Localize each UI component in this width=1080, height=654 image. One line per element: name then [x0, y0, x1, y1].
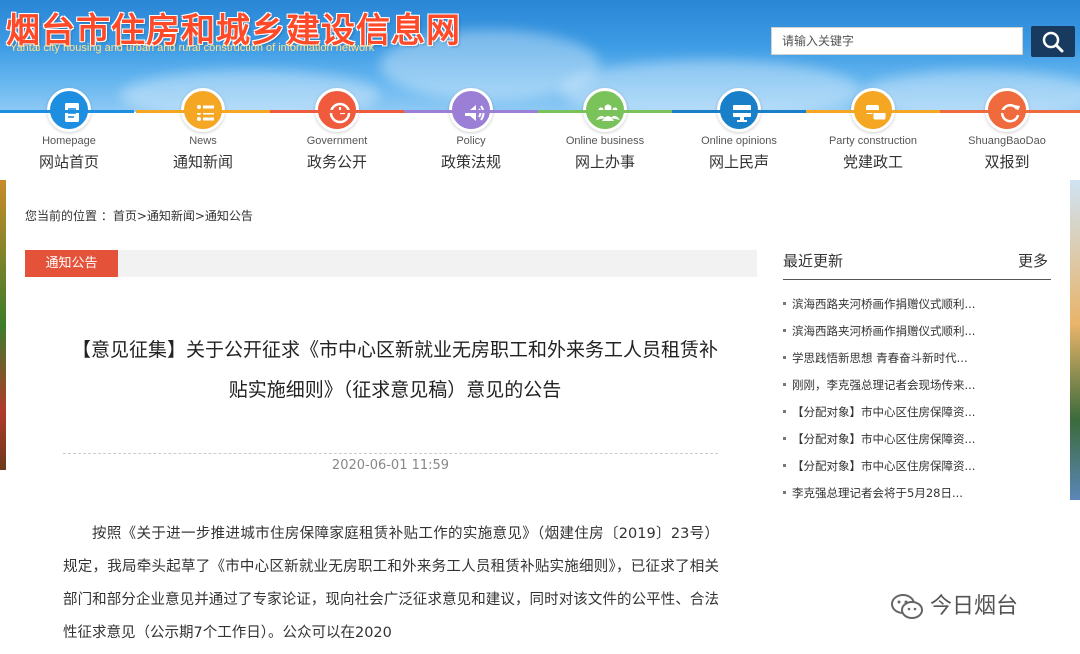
- nav-item-news[interactable]: News 通知新闻: [136, 88, 270, 178]
- list-item-link[interactable]: 学思践悟新思想 青春奋斗新时代...: [792, 351, 968, 365]
- nav-item-shuangbaodao[interactable]: ShuangBaoDao 双报到: [940, 88, 1074, 178]
- nav-label-cn[interactable]: 网上办事: [538, 151, 672, 172]
- breadcrumb: 您当前的位置 ：首页>通知新闻>通知公告: [25, 209, 253, 223]
- monitor-icon: [733, 105, 751, 122]
- wechat-icon: [891, 594, 923, 619]
- list-item[interactable]: 滨海西路夹河桥画作捐赠仪式顺利...: [783, 318, 1051, 345]
- list-item-link[interactable]: 【分配对象】市中心区住房保障资...: [792, 432, 975, 446]
- article-divider: [63, 453, 718, 454]
- nav-item-party-construction[interactable]: Party construction 党建政工: [806, 88, 940, 178]
- search-icon: [1042, 31, 1064, 53]
- nav-label-en[interactable]: ShuangBaoDao: [940, 135, 1074, 147]
- list-item[interactable]: 【分配对象】市中心区住房保障资...: [783, 453, 1051, 480]
- nav-item-homepage[interactable]: Homepage 网站首页: [2, 88, 136, 178]
- bullet-icon: [783, 301, 786, 305]
- nav-line-segment: [806, 110, 940, 113]
- nav-label-cn[interactable]: 通知新闻: [136, 151, 270, 172]
- list-item[interactable]: 【分配对象】市中心区住房保障资...: [783, 426, 1051, 453]
- sidebar-divider: [783, 279, 1051, 280]
- article-body: 按照《关于进一步推进城市住房保障家庭租赁补贴工作的实施意见》（烟建住房〔2019…: [63, 526, 719, 641]
- bullet-icon: [783, 382, 786, 386]
- nav-item-online-business[interactable]: Online business 网上办事: [538, 88, 672, 178]
- bullet-icon: [783, 409, 786, 413]
- search-button[interactable]: [1031, 26, 1075, 57]
- left-decoration: [0, 180, 6, 470]
- nav-item-policy[interactable]: Policy 政策法规: [404, 88, 538, 178]
- speaker-icon: [465, 105, 485, 121]
- nav-label-cn[interactable]: 政策法规: [404, 151, 538, 172]
- list-item[interactable]: 刚刚，李克强总理记者会现场传来...: [783, 372, 1051, 399]
- watermark-text: 今日烟台: [930, 594, 1019, 619]
- nav-label-cn[interactable]: 党建政工: [806, 151, 940, 172]
- nav-line-segment: [538, 110, 672, 113]
- nav-label-cn[interactable]: 双报到: [940, 151, 1074, 172]
- refresh-icon: [1000, 104, 1020, 123]
- nav-line-segment: [270, 110, 404, 113]
- nav-label-en[interactable]: Homepage: [2, 135, 136, 147]
- search-input[interactable]: 请输入关键字: [771, 27, 1023, 55]
- list-item-link[interactable]: 滨海西路夹河桥画作捐赠仪式顺利...: [792, 297, 975, 311]
- more-link[interactable]: 更多: [1018, 250, 1048, 271]
- nav-label-cn[interactable]: 网站首页: [2, 151, 136, 172]
- people-icon: [596, 104, 620, 121]
- section-tab[interactable]: 通知公告: [25, 250, 118, 277]
- nav-line-segment: [672, 110, 806, 113]
- nav-label-en[interactable]: Online opinions: [672, 135, 806, 147]
- list-item-link[interactable]: 刚刚，李克强总理记者会现场传来...: [792, 378, 975, 392]
- list-item[interactable]: 【分配对象】市中心区住房保障资...: [783, 399, 1051, 426]
- sidebar-title: 最近更新: [783, 252, 844, 270]
- list-item[interactable]: 滨海西路夹河桥画作捐赠仪式顺利...: [783, 291, 1051, 318]
- bullet-icon: [783, 436, 786, 440]
- nav-label-en[interactable]: Party construction: [806, 135, 940, 147]
- site-logo-subtitle: Yantai city housing and urban and rural …: [10, 42, 375, 54]
- nav-item-government[interactable]: Government 政务公开: [270, 88, 404, 178]
- list-item-link[interactable]: 滨海西路夹河桥画作捐赠仪式顺利...: [792, 324, 975, 338]
- list-item-link[interactable]: 【分配对象】市中心区住房保障资...: [792, 459, 975, 473]
- nav-label-en[interactable]: Online business: [538, 135, 672, 147]
- bullet-icon: [783, 463, 786, 467]
- wechat-watermark: 今日烟台: [890, 588, 1018, 624]
- list-item[interactable]: 李克强总理记者会将于5月28日...: [783, 480, 1051, 507]
- nav-label-cn[interactable]: 政务公开: [270, 151, 404, 172]
- nav-label-en[interactable]: Government: [270, 135, 404, 147]
- list-item[interactable]: 学思践悟新思想 青春奋斗新时代...: [783, 345, 1051, 372]
- nav-line-segment: [940, 110, 1080, 113]
- chat-icon: [866, 105, 887, 121]
- article-date: 2020-06-01 11:59: [331, 458, 450, 473]
- nav-label-en[interactable]: News: [136, 135, 270, 147]
- article-title: 【意见征集】关于公开征求《市中心区新就业无房职工和外来务工人员租赁补贴实施细则》…: [71, 339, 718, 401]
- right-decoration: [1070, 180, 1080, 500]
- section-header-bar: [25, 250, 757, 277]
- nav-line-segment: [136, 110, 270, 113]
- clock-icon: [329, 102, 351, 124]
- document-icon: [65, 103, 79, 122]
- nav-line-segment: [404, 110, 538, 113]
- list-item-link[interactable]: 【分配对象】市中心区住房保障资...: [792, 405, 975, 419]
- nav-item-online-opinions[interactable]: Online opinions 网上民声: [672, 88, 806, 178]
- nav-line-segment: [0, 110, 134, 113]
- nav-label-en[interactable]: Policy: [404, 135, 538, 147]
- list-icon: [197, 105, 214, 121]
- list-item-link[interactable]: 李克强总理记者会将于5月28日...: [792, 486, 963, 500]
- bullet-icon: [783, 490, 786, 494]
- recent-updates-list: 滨海西路夹河桥画作捐赠仪式顺利... 滨海西路夹河桥画作捐赠仪式顺利... 学思…: [783, 291, 1051, 507]
- bullet-icon: [783, 355, 786, 359]
- nav-label-cn[interactable]: 网上民声: [672, 151, 806, 172]
- bullet-icon: [783, 328, 786, 332]
